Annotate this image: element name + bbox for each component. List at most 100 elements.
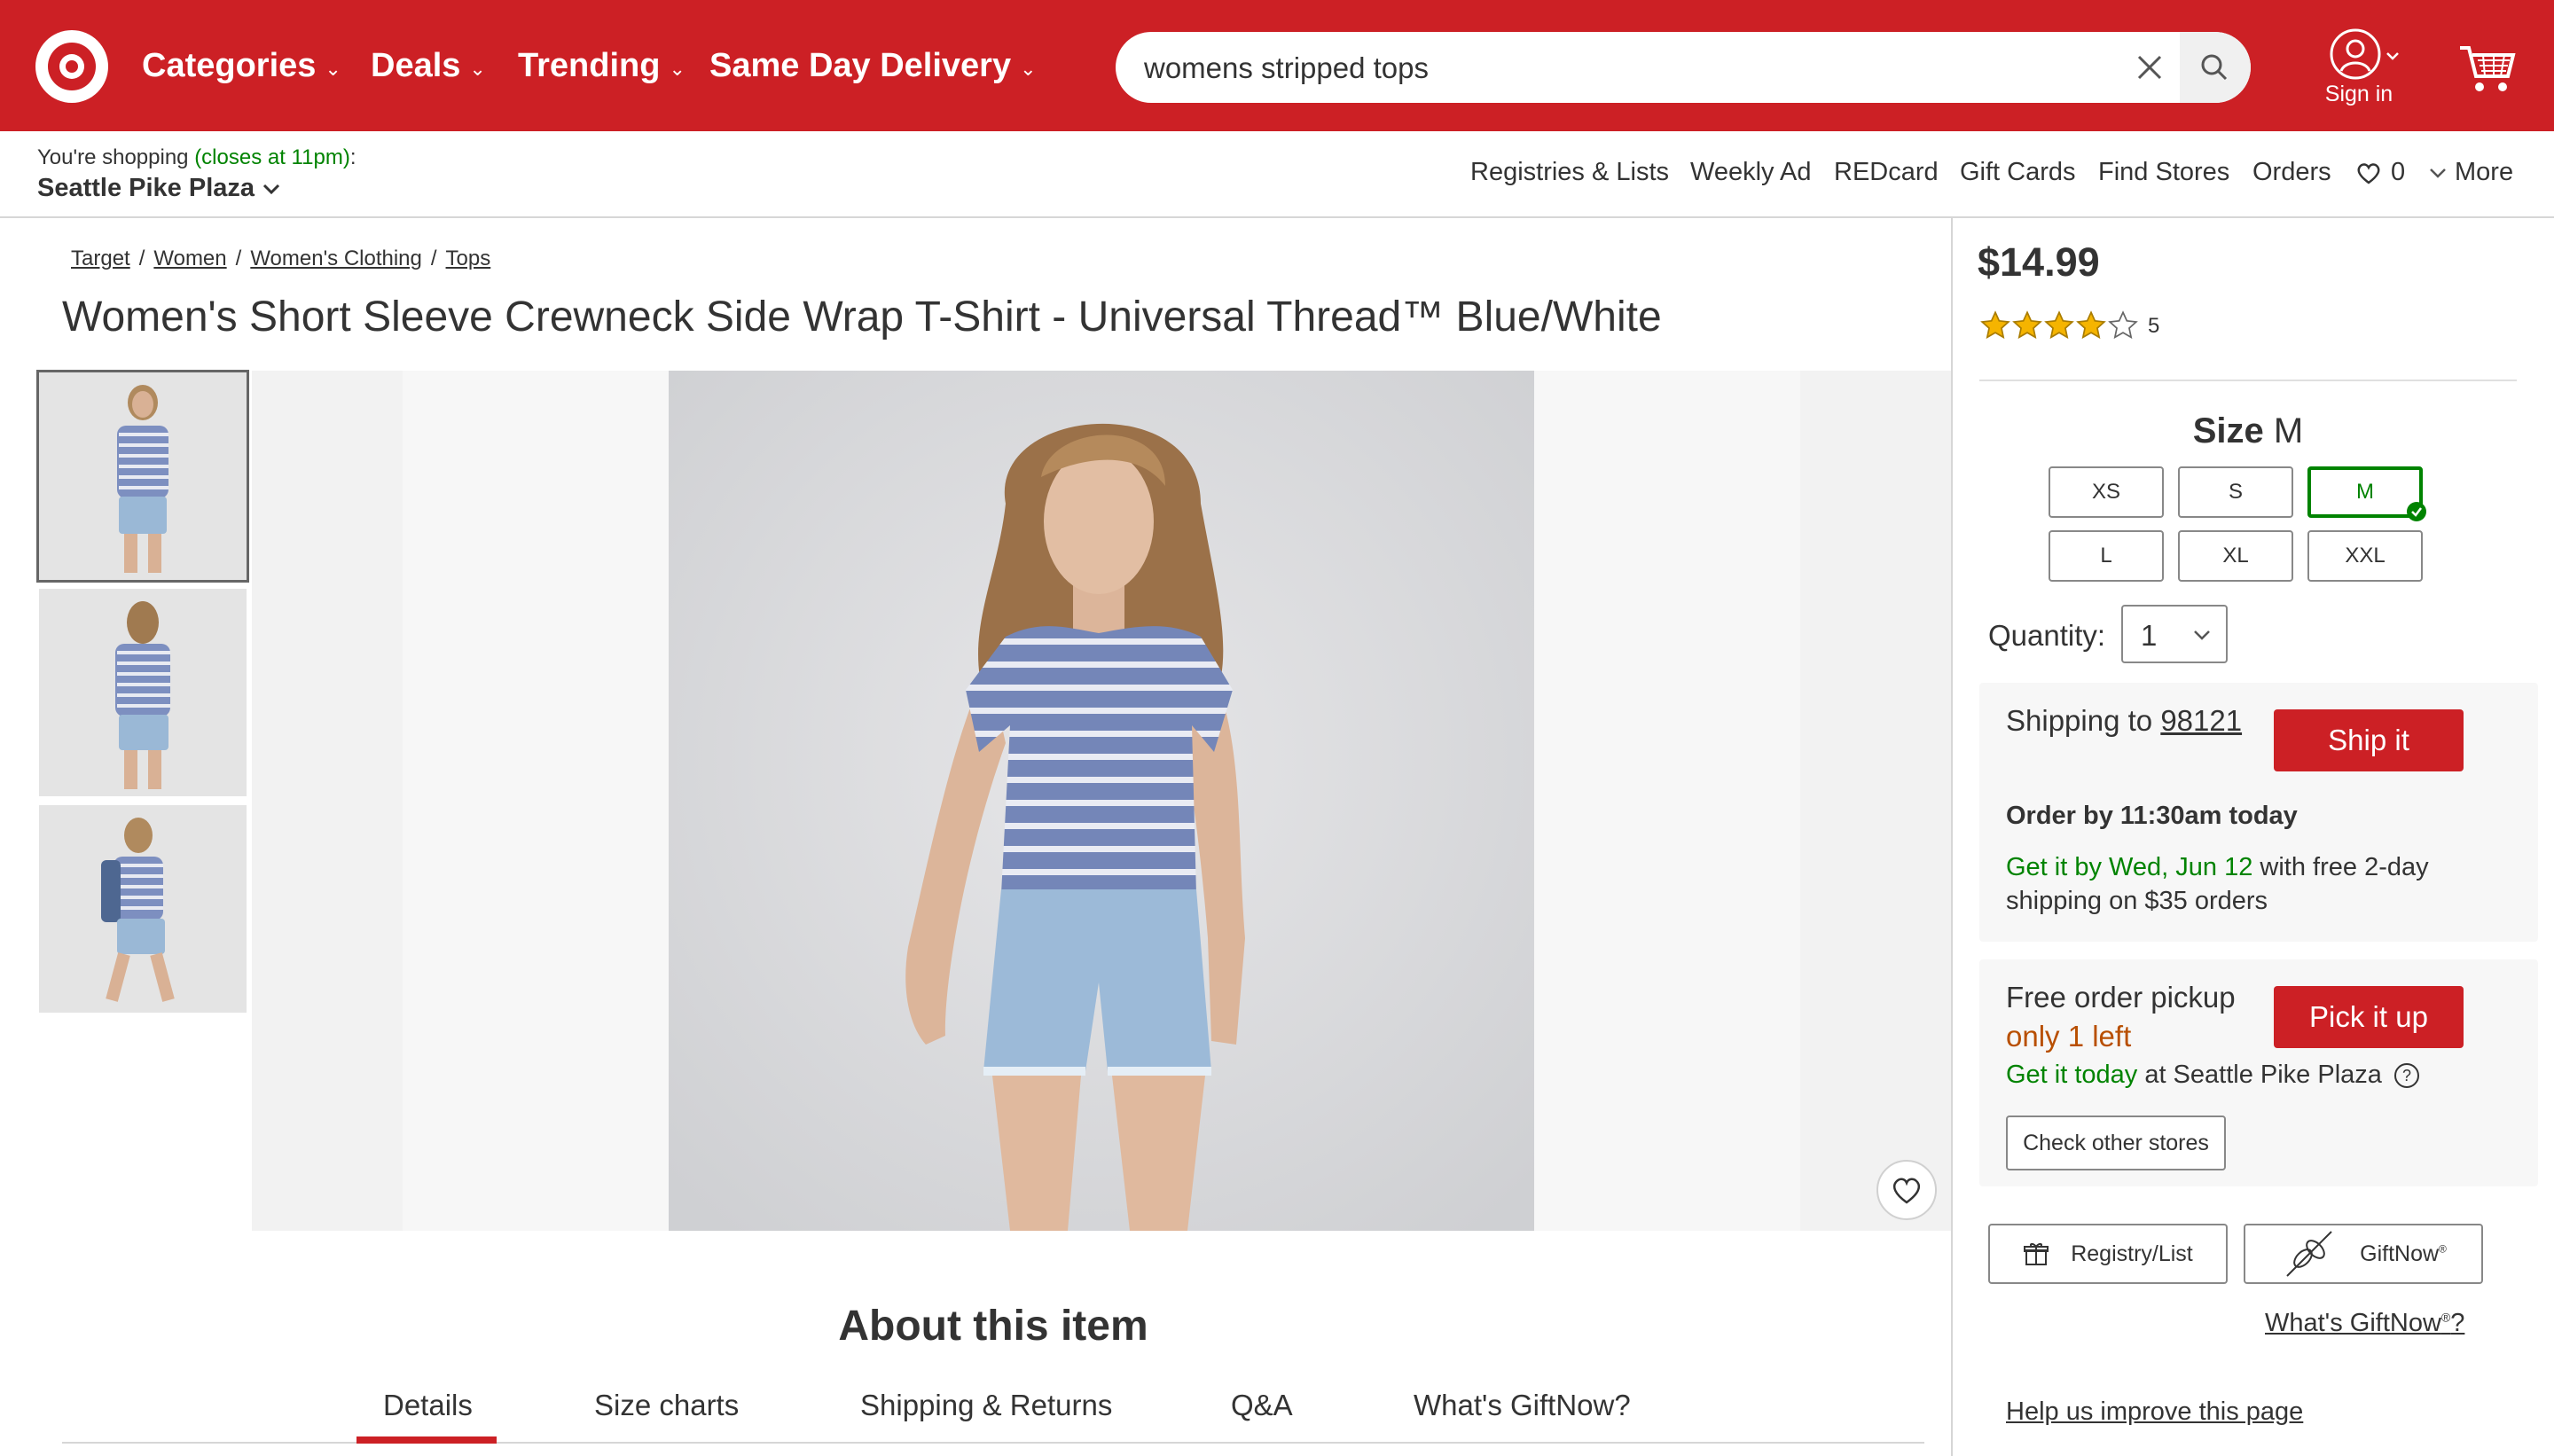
delivery-estimate: Get it by Wed, Jun 12 with free 2-day — [2006, 853, 2429, 882]
nav-categories-label: Categories — [142, 46, 317, 84]
chevron-down-icon: ⌄ — [669, 58, 686, 80]
size-label: Size — [2192, 411, 2264, 450]
chevron-down-icon — [2194, 630, 2210, 640]
product-price: $14.99 — [1978, 239, 2100, 285]
product-main-image[interactable] — [669, 371, 1534, 1231]
order-by-text: Order by 11:30am today — [2006, 802, 2298, 830]
size-option-m[interactable]: M — [2307, 466, 2426, 521]
tab-size-charts[interactable]: Size charts — [594, 1389, 739, 1422]
size-option-xl[interactable]: XL — [2178, 530, 2293, 582]
size-option-m-label: M — [2356, 480, 2374, 504]
free-shipping-line-1: with free 2-day — [2260, 853, 2429, 881]
clear-search-icon[interactable] — [2127, 44, 2173, 90]
cart-button[interactable] — [2456, 39, 2519, 96]
favorite-button[interactable] — [1876, 1160, 1937, 1220]
tab-whats-giftnow[interactable]: What's GiftNow? — [1414, 1389, 1631, 1422]
price-divider — [1979, 380, 2517, 381]
target-logo[interactable] — [35, 30, 108, 103]
product-thumbnail-2[interactable] — [39, 589, 247, 796]
chevron-down-icon — [263, 184, 280, 195]
breadcrumb-womens-clothing[interactable]: Women's Clothing — [250, 247, 422, 270]
whats-giftnow-registered-mark: ® — [2440, 1310, 2451, 1325]
rating-count: 5 — [2148, 314, 2160, 338]
redcard-link[interactable]: REDcard — [1834, 158, 1939, 187]
tabs-divider — [62, 1442, 1924, 1444]
weekly-ad-link[interactable]: Weekly Ad — [1690, 158, 1811, 187]
tab-shipping-returns[interactable]: Shipping & Returns — [860, 1389, 1112, 1422]
star-empty-icon — [2108, 309, 2138, 339]
whats-giftnow-link[interactable]: What's GiftNow®? — [2265, 1309, 2464, 1338]
shopping-at-text: You're shopping (closes at 11pm): — [37, 145, 356, 170]
product-thumbnail-3[interactable] — [39, 805, 247, 1013]
breadcrumb-women[interactable]: Women — [153, 247, 226, 270]
check-other-stores-button[interactable]: Check other stores — [2006, 1115, 2226, 1170]
nav-trending[interactable]: Trending ⌄ — [518, 0, 686, 131]
quantity-select[interactable]: 1 — [2121, 605, 2228, 663]
search-input[interactable] — [1142, 41, 2068, 96]
tab-selected-indicator — [356, 1436, 497, 1444]
pickup-box: Free order pickup only 1 left Pick it up… — [1979, 959, 2538, 1186]
favorites-count: 0 — [2391, 158, 2406, 186]
rating[interactable]: 5 — [1979, 309, 2160, 343]
tab-details[interactable]: Details — [383, 1389, 473, 1422]
shipping-to: Shipping to 98121 — [2006, 704, 2242, 738]
more-menu[interactable]: More — [2428, 158, 2513, 187]
giftnow-registered-mark: ® — [2439, 1242, 2447, 1256]
store-name: Seattle Pike Plaza — [37, 174, 255, 202]
star-filled-icon — [2012, 309, 2042, 339]
whats-giftnow-text: What's GiftNow — [2265, 1309, 2441, 1337]
nav-trending-label: Trending — [518, 46, 661, 84]
improve-page-link[interactable]: Help us improve this page — [2006, 1397, 2303, 1427]
heart-icon — [2357, 162, 2380, 184]
store-selector[interactable]: Seattle Pike Plaza — [37, 174, 281, 203]
star-filled-icon — [2044, 309, 2074, 339]
get-it-by: Get it by Wed, Jun 12 — [2006, 853, 2253, 881]
product-thumbnail-1[interactable] — [36, 370, 249, 583]
size-option-s[interactable]: S — [2178, 466, 2293, 518]
nav-same-day-delivery-label: Same Day Delivery — [709, 46, 1012, 84]
nav-categories[interactable]: Categories ⌄ — [142, 0, 341, 131]
sign-in-button[interactable]: Sign in — [2306, 27, 2412, 112]
get-it-today: Get it today — [2006, 1061, 2138, 1089]
nav-same-day-delivery[interactable]: Same Day Delivery ⌄ — [709, 0, 1037, 131]
pickup-store: at Seattle Pike Plaza — [2144, 1061, 2382, 1089]
sign-in-label: Sign in — [2324, 82, 2393, 106]
size-option-xs[interactable]: XS — [2049, 466, 2164, 518]
registries-lists-link[interactable]: Registries & Lists — [1470, 158, 1669, 187]
rating-stars — [1979, 309, 2139, 343]
gift-icon — [2024, 1243, 2049, 1265]
product-title: Women's Short Sleeve Crewneck Side Wrap … — [62, 294, 1662, 341]
pick-it-up-button[interactable]: Pick it up — [2274, 986, 2464, 1048]
nav-deals[interactable]: Deals ⌄ — [371, 0, 486, 131]
search-button[interactable] — [2180, 32, 2251, 103]
ship-it-button[interactable]: Ship it — [2274, 709, 2464, 771]
size-heading: Size M — [1979, 411, 2517, 451]
orders-link[interactable]: Orders — [2252, 158, 2331, 187]
help-icon[interactable]: ? — [2393, 1061, 2421, 1090]
whats-giftnow-question: ? — [2450, 1309, 2465, 1337]
global-header: Categories ⌄ Deals ⌄ Trending ⌄ Same Day De… — [0, 0, 2554, 131]
breadcrumb: Target / Women / Women's Clothing / Tops — [71, 247, 491, 270]
store-bar: You're shopping (closes at 11pm): Seattl… — [0, 131, 2554, 218]
shipping-zip-link[interactable]: 98121 — [2160, 704, 2242, 737]
registry-list-button[interactable]: Registry/List — [1988, 1224, 2228, 1284]
svg-text:?: ? — [2402, 1067, 2411, 1084]
breadcrumb-target[interactable]: Target — [71, 247, 130, 270]
free-shipping-line-2: shipping on $35 orders — [2006, 887, 2268, 915]
chevron-down-icon — [2430, 168, 2446, 178]
image-stage-right — [1800, 371, 1951, 1231]
shipping-label: Shipping to — [2006, 704, 2153, 737]
size-option-xxl[interactable]: XXL — [2307, 530, 2423, 582]
gift-cards-link[interactable]: Gift Cards — [1960, 158, 2076, 187]
favorites-link[interactable]: 0 — [2355, 158, 2405, 187]
pickup-availability: Get it today at Seattle Pike Plaza ? — [2006, 1061, 2421, 1090]
breadcrumb-tops[interactable]: Tops — [446, 247, 491, 270]
more-label: More — [2455, 158, 2514, 186]
tab-qa[interactable]: Q&A — [1231, 1389, 1293, 1422]
star-filled-icon — [2076, 309, 2106, 339]
search-icon — [2201, 54, 2228, 81]
nav-deals-label: Deals — [371, 46, 461, 84]
size-option-l[interactable]: L — [2049, 530, 2164, 582]
find-stores-link[interactable]: Find Stores — [2098, 158, 2229, 187]
giftnow-button[interactable]: GiftNow® — [2244, 1224, 2483, 1284]
